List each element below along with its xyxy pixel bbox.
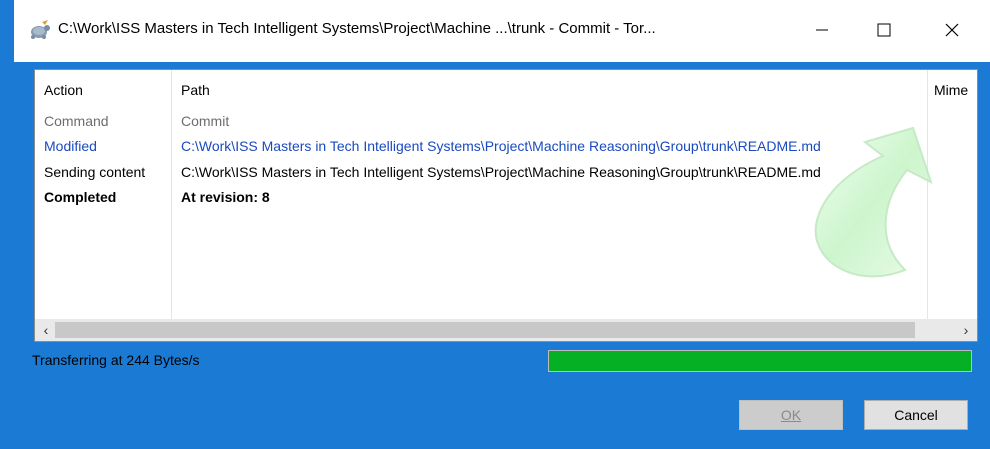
ok-label: OK: [780, 407, 802, 423]
column-header-mime[interactable]: Mime: [934, 82, 968, 98]
row-path: Commit: [181, 113, 230, 129]
progress-bar: [548, 350, 972, 372]
ok-button[interactable]: OK: [739, 400, 843, 430]
column-header-action[interactable]: Action: [44, 82, 83, 98]
row-path[interactable]: C:\Work\ISS Masters in Tech Intelligent …: [181, 164, 821, 180]
commit-dialog: C:\Work\ISS Masters in Tech Intelligent …: [14, 0, 990, 449]
transfer-status: Transferring at 244 Bytes/s: [32, 352, 200, 368]
cancel-button[interactable]: Cancel: [864, 400, 968, 430]
action-list[interactable]: Action Path Mime Command Commit Modified…: [34, 69, 978, 342]
row-action: Sending content: [44, 164, 146, 180]
close-button[interactable]: [930, 10, 974, 50]
scrollbar-thumb[interactable]: [55, 322, 915, 338]
column-header-path[interactable]: Path: [181, 82, 210, 98]
progress-fill: [549, 351, 971, 371]
maximize-icon: [877, 23, 891, 37]
minimize-icon: [816, 29, 828, 31]
window-title: C:\Work\ISS Masters in Tech Intelligent …: [58, 20, 656, 37]
row-action: Modified: [44, 138, 97, 154]
row-path[interactable]: C:\Work\ISS Masters in Tech Intelligent …: [181, 138, 821, 154]
horizontal-scrollbar[interactable]: ‹ ›: [35, 319, 977, 341]
column-divider: [171, 70, 172, 319]
chevron-left-icon[interactable]: ‹: [37, 322, 55, 338]
tortoisesvn-icon: [28, 18, 52, 42]
title-bar[interactable]: C:\Work\ISS Masters in Tech Intelligent …: [14, 0, 990, 62]
maximize-button[interactable]: [862, 10, 906, 50]
row-action: Command: [44, 113, 109, 129]
chevron-right-icon[interactable]: ›: [957, 322, 975, 338]
close-icon: [945, 23, 959, 37]
minimize-button[interactable]: [800, 10, 844, 50]
row-path: At revision: 8: [181, 189, 270, 205]
row-action: Completed: [44, 189, 117, 205]
